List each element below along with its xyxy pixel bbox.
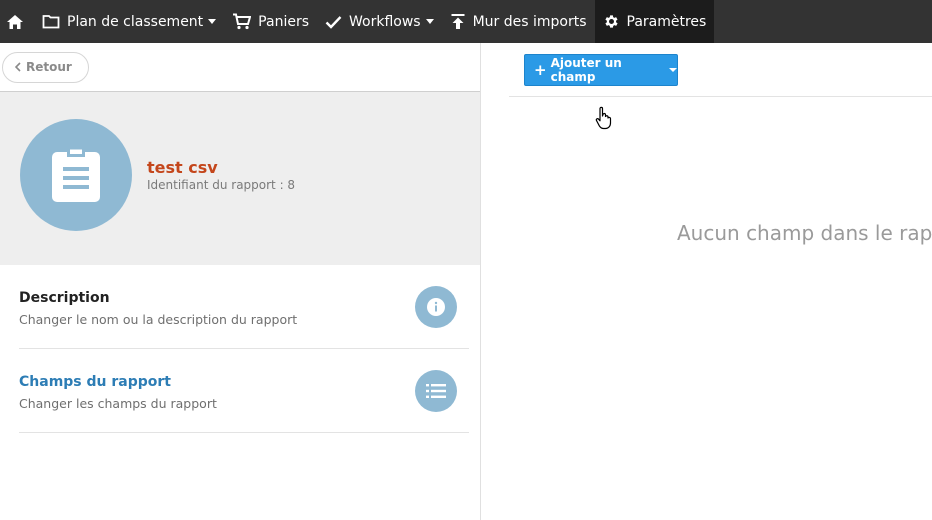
chevron-down-icon	[669, 68, 677, 72]
menu-item-title: Description	[19, 290, 110, 306]
nav-label: Paramètres	[626, 13, 707, 30]
report-title: test csv	[147, 158, 218, 177]
menu-item-description[interactable]: Description Changer le nom ou la descrip…	[19, 265, 469, 349]
add-field-button[interactable]: + Ajouter un champ	[524, 54, 678, 86]
nav-label: Mur des imports	[472, 13, 587, 30]
info-icon	[415, 286, 457, 328]
menu-item-desc: Changer le nom ou la description du rapp…	[19, 312, 298, 327]
chevron-down-icon	[425, 19, 434, 24]
report-id: Identifiant du rapport : 8	[147, 178, 296, 192]
nav-plan-de-classement[interactable]: Plan de classement	[34, 0, 224, 43]
empty-state-message: Aucun champ dans le rapport	[677, 221, 932, 245]
back-button[interactable]: Retour	[2, 51, 89, 83]
fields-toolbar: + Ajouter un champ	[509, 43, 932, 97]
nav-label: Plan de classement	[67, 13, 204, 30]
menu-item-title: Champs du rapport	[19, 374, 171, 390]
nav-home[interactable]	[0, 0, 34, 43]
report-header: test csv Identifiant du rapport : 8	[0, 92, 480, 265]
nav-label: Paniers	[258, 13, 309, 30]
gear-icon	[604, 15, 618, 28]
report-sidebar: Retour test csv Identifiant du rapport :…	[0, 43, 481, 520]
menu-item-desc: Changer les champs du rapport	[19, 396, 217, 411]
home-icon	[7, 14, 23, 29]
nav-parametres[interactable]: Paramètres	[594, 0, 715, 43]
add-field-label: Ajouter un champ	[550, 56, 622, 84]
folder-icon	[42, 15, 60, 29]
fields-panel: + Ajouter un champ Aucun champ dans le r…	[482, 43, 932, 520]
report-avatar	[20, 119, 132, 231]
nav-workflows[interactable]: Workflows	[317, 0, 442, 43]
list-icon	[415, 370, 457, 412]
menu-item-champs[interactable]: Champs du rapport Changer les champs du …	[19, 349, 469, 433]
nav-label: Workflows	[349, 13, 421, 30]
upload-icon	[451, 14, 465, 29]
chevron-left-icon	[15, 62, 21, 72]
hand-cursor-icon	[595, 106, 612, 130]
check-icon	[325, 15, 342, 29]
clipboard-icon	[52, 147, 100, 202]
back-bar: Retour	[0, 43, 480, 92]
chevron-down-icon	[208, 19, 217, 24]
plus-icon: +	[534, 60, 547, 79]
cart-icon	[233, 13, 252, 30]
back-button-label: Retour	[26, 60, 72, 74]
nav-paniers[interactable]: Paniers	[224, 0, 317, 43]
nav-mur-des-imports[interactable]: Mur des imports	[442, 0, 595, 43]
top-navigation: Plan de classement Paniers Workflows Mur…	[0, 0, 932, 43]
